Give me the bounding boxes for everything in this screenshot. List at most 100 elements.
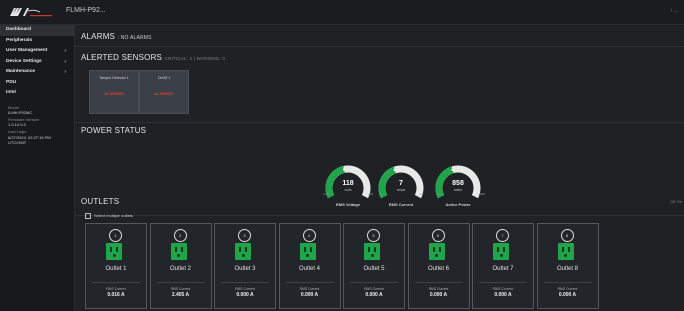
socket-ground bbox=[177, 254, 180, 257]
outlet-current-label: RMS Current bbox=[557, 287, 578, 291]
chevron-right-icon: › bbox=[64, 69, 66, 75]
socket-slot bbox=[116, 247, 118, 252]
outlet-socket-icon bbox=[493, 243, 509, 260]
outlet-current-label: RMS Current bbox=[493, 287, 513, 291]
socket-slot bbox=[180, 247, 183, 252]
outlet-card[interactable]: 6 Outlet 6 RMS Current 0.000 A bbox=[407, 223, 470, 309]
outlet-card[interactable]: 8 Outlet 8 RMS Current 0.000 A bbox=[536, 223, 599, 309]
gauge-rms-voltage: 0.00 130 118 volts RMS Voltage bbox=[320, 158, 376, 210]
outlet-socket-icon bbox=[364, 243, 380, 260]
sidebar: Dashboard Peripherals User Management › D… bbox=[0, 25, 75, 311]
socket-slot bbox=[368, 247, 370, 252]
alarms-section: ALARMS : NO ALARMS bbox=[75, 25, 684, 47]
outlet-current-value: 0.000 A bbox=[300, 292, 319, 298]
outlet-number: 6 bbox=[436, 233, 440, 238]
gauge-min: 0 bbox=[437, 192, 439, 196]
outlet-socket-icon bbox=[428, 243, 445, 260]
socket-ground bbox=[435, 254, 438, 257]
outlet-power-toggle[interactable]: 4 bbox=[302, 229, 316, 242]
gauge-value: 7 bbox=[399, 180, 403, 187]
outlet-power-toggle[interactable]: 1 bbox=[109, 229, 122, 242]
outlet-socket-icon bbox=[299, 243, 316, 260]
outlet-power-toggle[interactable]: 2 bbox=[173, 229, 187, 242]
outlet-card[interactable]: 3 Outlet 3 RMS Current 0.000 A bbox=[214, 223, 276, 309]
gauge-min: 0.00 bbox=[323, 192, 329, 196]
sensor-state: ALARMED bbox=[104, 91, 124, 96]
outlet-number: 7 bbox=[501, 233, 504, 238]
sensor-card[interactable]: Tamper Detector 1 ALARMED bbox=[89, 70, 139, 114]
outlet-card[interactable]: 5 Outlet 5 RMS Current 0.000 A bbox=[343, 223, 405, 309]
sidebar-item-label: Peripherals bbox=[6, 37, 33, 43]
gauge-marker bbox=[451, 168, 454, 171]
gauge-unit: watts bbox=[453, 188, 463, 192]
select-multiple-label: Select multiple outlets bbox=[94, 213, 133, 219]
brand-logo[interactable] bbox=[8, 5, 58, 19]
outlet-current-value: 0.000 A bbox=[236, 292, 254, 298]
select-multiple-outlets[interactable]: Select multiple outlets bbox=[85, 213, 133, 219]
sidebar-item-intel[interactable]: Intel bbox=[0, 88, 74, 99]
socket-slot bbox=[239, 247, 241, 252]
socket-ground bbox=[306, 254, 309, 257]
outlet-power-toggle[interactable]: 3 bbox=[238, 229, 251, 242]
outlets-title: OUTLETS bbox=[81, 197, 120, 206]
outlet-current-label: RMS Current bbox=[106, 287, 126, 291]
gauge-rms-current: 0 16 7 amps RMS Current bbox=[373, 158, 429, 210]
gauge-min: 0 bbox=[380, 192, 382, 196]
sensor-card[interactable]: OnOff 1 ALARMED bbox=[139, 70, 189, 114]
outlet-socket-icon bbox=[170, 243, 187, 260]
sidebar-item-label: User Management bbox=[6, 48, 48, 53]
firmware-value: 1.0.14.0.0 bbox=[8, 122, 26, 128]
sidebar-item-dashboard[interactable]: Dashboard bbox=[0, 25, 74, 36]
gauge-name: Active Power bbox=[445, 202, 471, 207]
outlet-power-toggle[interactable]: 7 bbox=[496, 229, 509, 242]
outlet-card[interactable]: 1 Outlet 1 RMS Current 0.016 A bbox=[85, 223, 147, 309]
outlet-name: Outlet 8 bbox=[556, 266, 578, 272]
outlet-card[interactable]: 7 Outlet 7 RMS Current 0.000 A bbox=[472, 223, 534, 309]
outlet-name: Outlet 7 bbox=[492, 266, 514, 272]
sensor-name: Tamper Detector 1 bbox=[99, 76, 129, 80]
outlet-name: Outlet 4 bbox=[298, 266, 320, 272]
socket-slot bbox=[497, 247, 499, 252]
socket-ground bbox=[370, 254, 374, 257]
socket-slot bbox=[245, 247, 247, 252]
outlet-power-toggle[interactable]: 8 bbox=[560, 229, 574, 242]
socket-slot bbox=[567, 247, 570, 252]
user-menu[interactable]: ⁝ ... bbox=[671, 8, 678, 14]
outlet-number: 2 bbox=[178, 233, 182, 238]
outlet-card[interactable]: 2 Outlet 2 RMS Current 2.405 A bbox=[149, 223, 212, 309]
socket-slot bbox=[303, 247, 306, 252]
device-name: FLMH-P92... bbox=[66, 7, 106, 14]
outlet-current-value: 2.405 A bbox=[171, 292, 190, 298]
socket-slot bbox=[432, 247, 435, 252]
outlet-power-toggle[interactable]: 6 bbox=[431, 229, 445, 242]
outlet-card[interactable]: 4 Outlet 4 RMS Current 0.000 A bbox=[278, 223, 341, 309]
gauge-max: 16 bbox=[419, 192, 423, 196]
outlet-number: 5 bbox=[372, 233, 375, 238]
outlets-header-actions[interactable]: Off On bbox=[670, 199, 682, 204]
select-multiple-checkbox[interactable] bbox=[85, 213, 91, 219]
gauge-unit: amps bbox=[396, 188, 406, 192]
sidebar-item-peripherals[interactable]: Peripherals bbox=[0, 36, 74, 47]
outlet-divider bbox=[414, 282, 463, 283]
sidebar-item-user-management[interactable]: User Management › bbox=[0, 46, 74, 57]
sidebar-item-pdu[interactable]: PDU bbox=[0, 78, 74, 89]
outlet-divider bbox=[92, 282, 140, 283]
sidebar-item-label: Intel bbox=[6, 90, 16, 95]
sidebar-item-label: PDU bbox=[6, 79, 17, 85]
outlet-socket-icon bbox=[106, 243, 122, 260]
sidebar-item-device-settings[interactable]: Device Settings › bbox=[0, 57, 74, 68]
main-content: ALARMS : NO ALARMS ALERTED SENSORS CRITI… bbox=[75, 25, 684, 311]
socket-ground bbox=[499, 254, 503, 257]
socket-slot bbox=[309, 247, 312, 252]
outlet-current-value: 0.000 A bbox=[494, 292, 512, 298]
outlet-divider bbox=[156, 282, 205, 283]
alerted-sensors-summary: CRITICAL: 2 | WARNING: 0 bbox=[164, 56, 226, 61]
outlet-power-toggle[interactable]: 5 bbox=[367, 229, 380, 242]
alarms-title: ALARMS bbox=[81, 32, 116, 41]
sidebar-item-maintenance[interactable]: Maintenance › bbox=[0, 67, 74, 78]
socket-ground bbox=[112, 254, 116, 257]
outlet-current-label: RMS Current bbox=[299, 287, 320, 291]
outlet-current-label: RMS Current bbox=[170, 287, 191, 291]
socket-ground bbox=[241, 254, 245, 257]
alarms-status: : NO ALARMS bbox=[117, 35, 152, 41]
